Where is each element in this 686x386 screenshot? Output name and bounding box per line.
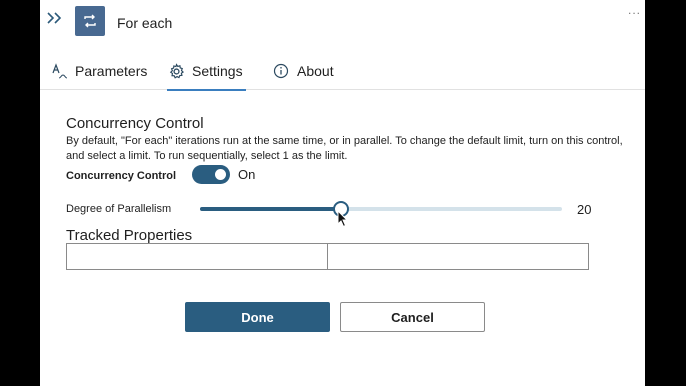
loop-icon — [75, 6, 105, 36]
gear-icon — [167, 62, 185, 80]
parameters-icon — [50, 62, 68, 80]
tab-about[interactable]: About — [272, 52, 334, 90]
concurrency-description: By default, "For each" iterations run at… — [66, 135, 623, 162]
tab-label: About — [297, 63, 334, 79]
tracked-properties-title: Tracked Properties — [66, 227, 193, 244]
tracked-property-value-input[interactable] — [327, 243, 589, 270]
degree-of-parallelism-slider[interactable] — [200, 200, 562, 218]
toggle-knob — [215, 169, 226, 180]
ellipsis-icon[interactable]: ... — [628, 0, 641, 20]
tab-label: Parameters — [75, 63, 148, 79]
concurrency-toggle-label: Concurrency Control — [66, 170, 177, 182]
mouse-cursor-icon — [337, 210, 349, 228]
cancel-button[interactable]: Cancel — [340, 302, 485, 332]
tab-parameters[interactable]: Parameters — [50, 52, 147, 90]
tab-settings[interactable]: Settings — [167, 52, 246, 91]
tracked-property-key-input[interactable] — [66, 243, 328, 270]
degree-of-parallelism-label: Degree of Parallelism — [66, 203, 172, 215]
concurrency-section-title: Concurrency Control — [66, 115, 204, 132]
tab-bar: Parameters Settings About — [40, 52, 645, 91]
double-chevron-right-icon[interactable] — [46, 10, 64, 26]
operation-title: For each — [117, 15, 173, 31]
tab-label: Settings — [192, 63, 243, 79]
concurrency-toggle[interactable] — [192, 165, 230, 184]
info-icon — [272, 62, 290, 80]
done-button[interactable]: Done — [185, 302, 330, 332]
toggle-state-text: On — [238, 167, 256, 182]
slider-fill — [200, 207, 342, 211]
degree-of-parallelism-value: 20 — [577, 202, 592, 217]
